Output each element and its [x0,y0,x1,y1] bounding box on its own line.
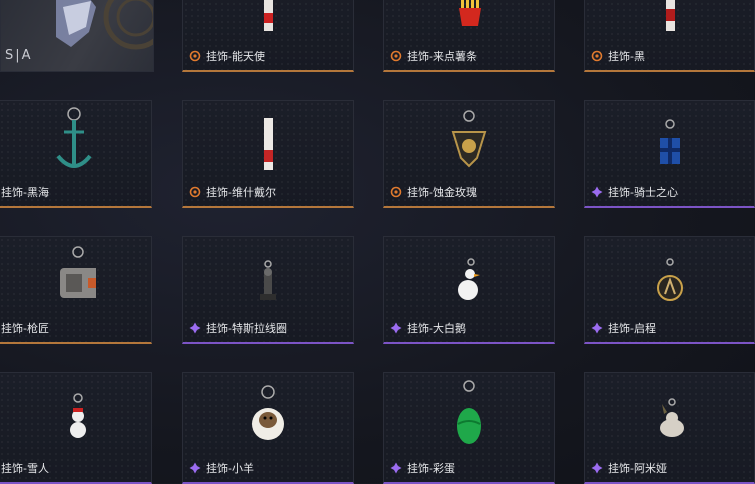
green-easter-egg-icon [457,379,481,444]
item-label: 挂饰-启程 [608,322,656,335]
item-label: 挂饰-小羊 [206,462,254,475]
featured-skin-text: S|A [5,48,33,63]
item-label: 挂饰-大白鹅 [407,322,466,335]
purple-rarity-icon [591,322,603,334]
item-label: 挂饰-黑海 [1,186,49,199]
gold-rose-emblem-icon [451,109,487,167]
item-card[interactable]: 挂饰-枪匠 [0,236,152,344]
item-card[interactable]: 挂饰-小羊 [182,372,354,484]
item-label: 挂饰-枪匠 [1,322,49,335]
snowman-icon [70,392,86,438]
blue-knight-shield-icon [659,118,680,164]
item-label: 挂饰-雪人 [1,462,49,475]
gold-rarity-icon [189,186,201,198]
item-label: 挂饰-彩蛋 [407,462,455,475]
item-card[interactable]: 挂饰-彩蛋 [383,372,555,484]
item-label: 挂饰-阿米娅 [608,462,667,475]
item-label: 挂饰-能天使 [206,50,265,63]
item-label: 挂饰-黑 [608,50,645,63]
item-card[interactable]: 挂饰-能天使 [182,0,354,72]
gold-rarity-icon [591,50,603,62]
item-card[interactable]: 挂饰-雪人 [0,372,152,484]
purple-rarity-icon [591,186,603,198]
item-card[interactable]: 挂饰-黑 [584,0,755,72]
item-card[interactable]: 挂饰-来点薯条 [383,0,555,72]
item-card[interactable]: 挂饰-大白鹅 [383,236,555,344]
item-card[interactable]: 挂饰-黑海 [0,100,152,208]
item-label: 挂饰-蚀金玫瑰 [407,186,477,199]
purple-rarity-icon [189,322,201,334]
item-label: 挂饰-来点薯条 [407,50,477,63]
item-card[interactable]: 挂饰-蚀金玫瑰 [383,100,555,208]
item-card[interactable]: 挂饰-骑士之心 [584,100,755,208]
gold-rarity-icon [390,50,402,62]
item-card[interactable]: 挂饰-维什戴尔 [182,100,354,208]
gold-rarity-icon [390,186,402,198]
teal-anchor-icon [56,106,92,168]
tesla-coil-icon [260,259,276,300]
purple-rarity-icon [189,462,201,474]
purple-rarity-icon [390,462,402,474]
white-goose-icon [458,257,480,300]
red-white-ribbon-tag-icon [264,0,273,31]
purple-rarity-icon [591,462,603,474]
french-fries-icon [459,0,481,26]
gunsmith-toolbox-icon [60,245,96,298]
item-label: 挂饰-维什戴尔 [206,186,276,199]
compass-medal-icon [656,257,683,301]
item-label: 挂饰-特斯拉线圈 [206,322,287,335]
item-label: 挂饰-骑士之心 [608,186,678,199]
item-card[interactable]: 挂饰-阿米娅 [584,372,755,484]
black-red-ribbon-tag-icon [665,0,675,31]
item-card[interactable]: 挂饰-特斯拉线圈 [182,236,354,344]
gold-rarity-icon [189,50,201,62]
featured-skin-card[interactable]: S|A [0,0,154,72]
amiya-figurine-icon [659,397,684,437]
item-card[interactable]: 挂饰-启程 [584,236,755,344]
red-white-ribbon-tag-icon [264,117,273,170]
little-sheep-icon [252,384,284,440]
purple-rarity-icon [390,322,402,334]
